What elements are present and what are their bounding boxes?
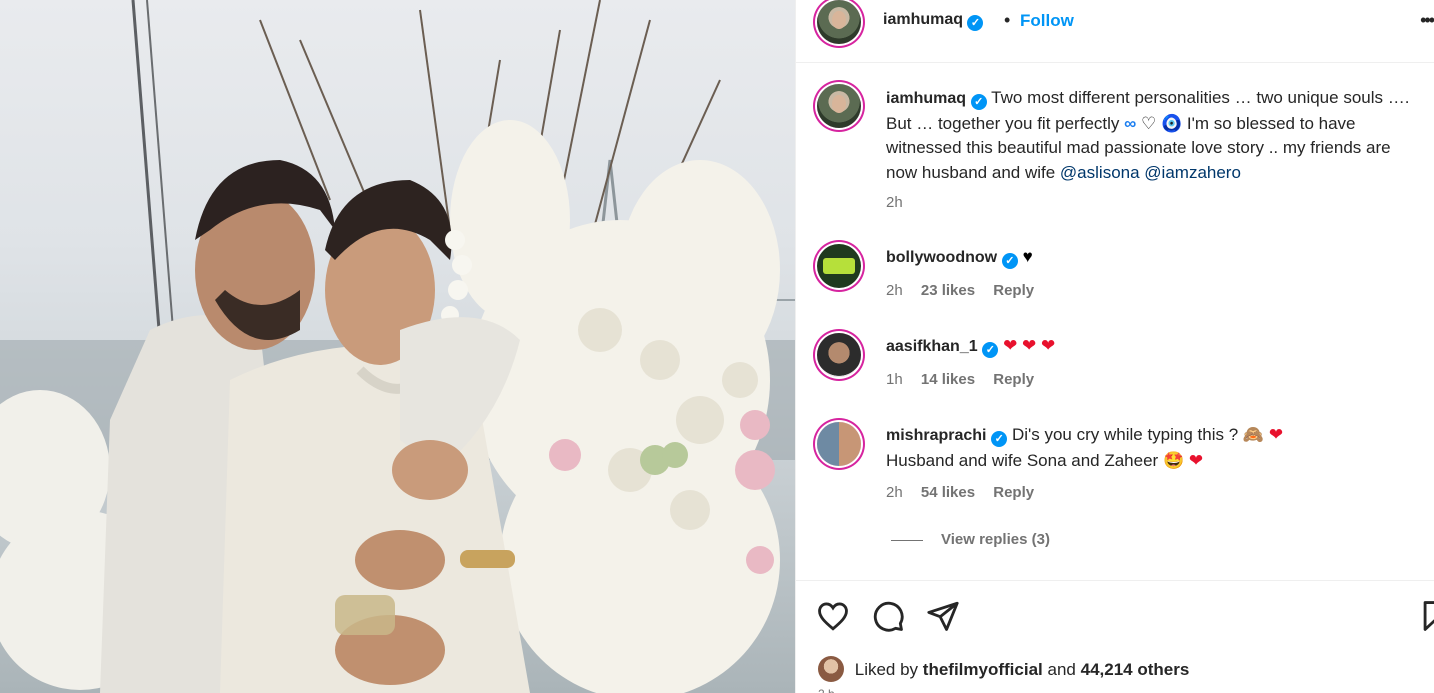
likes-count[interactable]: 44,214 others (1081, 660, 1190, 679)
verified-icon: ✓ (967, 15, 984, 31)
reply-button[interactable]: Reply (993, 371, 1034, 388)
replies-divider (891, 539, 923, 541)
mention-aslisona[interactable]: @aslisona (1060, 163, 1140, 182)
comment-text: aasifkhan_1 ✓ ❤ ❤ ❤ (886, 334, 1415, 360)
comment-meta: 2h 23 likes Reply (886, 282, 1048, 299)
red-heart-emoji: ❤ (1268, 425, 1284, 444)
nazar-emoji: 🧿 (1160, 113, 1183, 133)
verified-icon: ✓ (1001, 253, 1018, 269)
verified-icon: ✓ (982, 342, 999, 358)
caption-username[interactable]: iamhumaq (886, 90, 966, 107)
comment-time[interactable]: 2h (886, 484, 903, 501)
comment-time[interactable]: 2h (886, 282, 903, 299)
comment-text: mishraprachi ✓ Di's you cry while typing… (886, 423, 1415, 473)
red-heart-emoji: ❤ (1188, 450, 1204, 470)
post-side-panel: iamhumaq ✓ • Follow ••• iamhumaq ✓ Two m… (795, 0, 1434, 693)
comment-likes[interactable]: 54 likes (921, 484, 975, 501)
post-time[interactable]: 2 h (818, 687, 835, 693)
comment-username[interactable]: mishraprachi (886, 427, 986, 444)
post-photo-illustration (0, 0, 795, 693)
liked-by-prefix: Liked by (854, 660, 919, 679)
liker-username[interactable]: thefilmyofficial (923, 660, 1043, 679)
white-heart-emoji: ♡ (1141, 113, 1157, 133)
verified-icon: ✓ (991, 431, 1008, 447)
comment-time[interactable]: 1h (886, 371, 903, 388)
comment-icon[interactable] (871, 599, 905, 633)
comment-body-2: Husband and wife Sona and Zaheer (886, 450, 1159, 470)
post-photo (0, 0, 795, 693)
caption-text: iamhumaq ✓ Two most different personalit… (886, 86, 1415, 185)
post-header: iamhumaq ✓ • Follow ••• (796, 0, 1434, 63)
comment-username[interactable]: bollywoodnow (886, 249, 997, 266)
commenter-avatar[interactable] (817, 244, 861, 288)
comment-likes[interactable]: 14 likes (921, 371, 975, 388)
commenter-avatar[interactable] (817, 422, 861, 466)
separator-dot: • (1004, 10, 1011, 30)
liker-avatar[interactable] (818, 656, 844, 682)
comment-body-1: Di's you cry while typing this ? (1011, 425, 1239, 444)
author-name-block: iamhumaq ✓ (883, 11, 984, 31)
comment-username[interactable]: aasifkhan_1 (886, 338, 978, 355)
heart-icon[interactable] (816, 599, 850, 633)
author-avatar[interactable] (817, 0, 861, 44)
liked-by-and: and (1047, 660, 1076, 679)
comments-section: iamhumaq ✓ Two most different personalit… (796, 64, 1434, 580)
comment-text: bollywoodnow ✓ ♥ (886, 245, 1415, 271)
monkey-emoji: 🙈 (1242, 425, 1265, 444)
caption-meta: 2h (886, 194, 917, 211)
view-replies-button[interactable]: View replies (3) (891, 531, 1050, 548)
commenter-avatar[interactable] (817, 333, 861, 377)
author-username[interactable]: iamhumaq (883, 11, 963, 28)
comment-body: ❤ ❤ ❤ (1003, 336, 1056, 355)
view-replies-label: View replies (3) (941, 531, 1050, 548)
comment-meta: 1h 14 likes Reply (886, 371, 1048, 388)
verified-icon: ✓ (970, 94, 987, 110)
reply-button[interactable]: Reply (993, 282, 1034, 299)
liked-by: Liked by thefilmyofficial and 44,214 oth… (818, 656, 1189, 682)
infinity-emoji: ∞ (1124, 113, 1137, 133)
comment-meta: 2h 54 likes Reply (886, 484, 1048, 501)
reply-button[interactable]: Reply (993, 484, 1034, 501)
follow-button[interactable]: Follow (1020, 11, 1074, 31)
comment-likes[interactable]: 23 likes (921, 282, 975, 299)
caption-author-avatar[interactable] (817, 84, 861, 128)
comment-body: ♥ (1022, 247, 1033, 266)
share-icon[interactable] (926, 599, 960, 633)
bookmark-icon[interactable] (1418, 599, 1434, 633)
star-eyes-emoji: 🤩 (1162, 450, 1185, 470)
caption-time[interactable]: 2h (886, 194, 903, 211)
post-actions: Liked by thefilmyofficial and 44,214 oth… (796, 580, 1434, 693)
more-options-icon[interactable]: ••• (1420, 10, 1434, 31)
mention-iamzahero[interactable]: @iamzahero (1144, 163, 1241, 182)
